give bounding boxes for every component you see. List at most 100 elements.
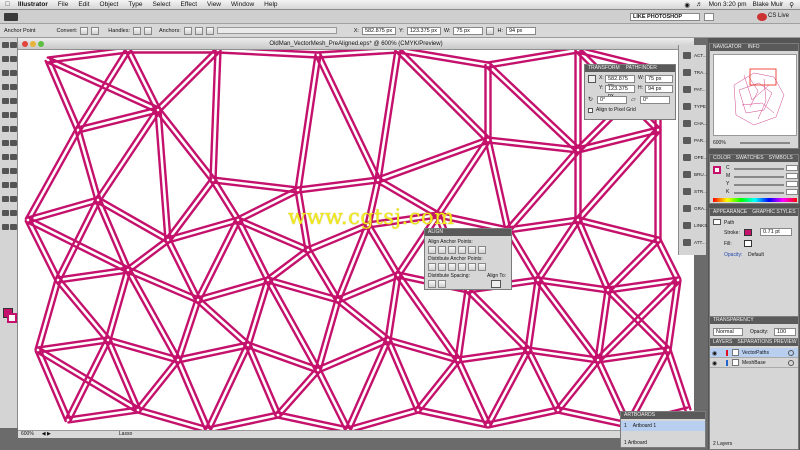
pen-tool-icon[interactable] bbox=[2, 70, 9, 76]
layer-target-icon[interactable] bbox=[788, 350, 794, 356]
blob-brush-tool-icon[interactable] bbox=[2, 112, 9, 118]
tab-appearance[interactable]: APPEARANCE bbox=[713, 209, 747, 216]
color-channel-c[interactable]: C bbox=[726, 165, 798, 172]
symbol-sprayer-tool-icon[interactable] bbox=[2, 196, 9, 202]
navigator-preview[interactable] bbox=[713, 54, 797, 136]
free-transform-tool-icon[interactable] bbox=[10, 140, 17, 146]
app-name-menu[interactable]: Illustrator bbox=[15, 1, 53, 8]
show-handles-button[interactable] bbox=[133, 26, 142, 35]
channel-slider[interactable] bbox=[734, 168, 784, 170]
dock-opentype-button[interactable]: OPE... bbox=[681, 151, 708, 164]
tab-graphic-styles[interactable]: GRAPHIC STYLES bbox=[752, 209, 795, 216]
visibility-eye-icon[interactable]: ◉ bbox=[712, 360, 717, 367]
zoom-level[interactable]: 600% bbox=[21, 431, 34, 438]
layer-name[interactable]: MeshBase bbox=[742, 360, 766, 366]
align-anchor-5-icon[interactable] bbox=[468, 246, 476, 254]
tab-navigator[interactable]: NAVIGATOR bbox=[713, 44, 742, 51]
gradient-tool-icon[interactable] bbox=[10, 168, 17, 174]
appearance-stroke-weight[interactable]: 0.71 pt bbox=[760, 228, 792, 236]
selection-tool-icon[interactable] bbox=[2, 42, 9, 48]
color-channel-y[interactable]: Y bbox=[726, 181, 798, 188]
dock-pathfinder-button[interactable]: PAT... bbox=[681, 83, 706, 96]
eraser-tool-icon[interactable] bbox=[10, 112, 17, 118]
menu-type[interactable]: Type bbox=[123, 1, 147, 8]
transform-x-field[interactable]: 582.875 px bbox=[605, 75, 635, 89]
distribute-anchor-1-icon[interactable] bbox=[428, 263, 436, 271]
dock-actions-button[interactable]: ACT... bbox=[681, 49, 707, 62]
dock-stroke-button[interactable]: STR... bbox=[681, 185, 707, 198]
status-tool[interactable]: Lasso bbox=[119, 431, 132, 438]
rotate-tool-icon[interactable] bbox=[2, 126, 9, 132]
tab-pathfinder[interactable]: PATHFINDER bbox=[626, 65, 657, 72]
dock-gradient-button[interactable]: GRA... bbox=[681, 202, 708, 215]
transform-y-field[interactable]: 123.375 px bbox=[605, 85, 635, 99]
rotate-field[interactable]: 0° bbox=[597, 96, 627, 104]
clock[interactable]: Mon 3:20 pm bbox=[709, 1, 747, 8]
line-segment-tool-icon[interactable] bbox=[2, 84, 9, 90]
menu-window[interactable]: Window bbox=[226, 1, 259, 8]
shear-field[interactable]: 0° bbox=[640, 96, 670, 104]
align-to-dropdown[interactable] bbox=[491, 280, 501, 288]
transform-w-field[interactable]: 75 px bbox=[645, 75, 673, 83]
color-channel-m[interactable]: M bbox=[726, 173, 798, 180]
channel-value-field[interactable] bbox=[786, 173, 798, 179]
align-anchor-4-icon[interactable] bbox=[458, 246, 466, 254]
menu-select[interactable]: Select bbox=[147, 1, 175, 8]
hide-handles-button[interactable] bbox=[144, 26, 153, 35]
hand-tool-icon[interactable] bbox=[2, 224, 9, 230]
appearance-stroke-swatch[interactable] bbox=[744, 229, 752, 236]
apple-icon[interactable]:  bbox=[0, 1, 15, 8]
user-name[interactable]: Blake Muir bbox=[753, 1, 784, 8]
h-field[interactable]: 94 px bbox=[505, 26, 536, 35]
color-channel-k[interactable]: K bbox=[726, 189, 798, 196]
artboard-tool-icon[interactable] bbox=[2, 210, 9, 216]
menu-help[interactable]: Help bbox=[259, 1, 282, 8]
tab-color[interactable]: COLOR bbox=[713, 155, 731, 162]
dock-paragraph-button[interactable]: PAR... bbox=[681, 134, 707, 147]
layer-target-icon[interactable] bbox=[788, 360, 794, 366]
close-window-icon[interactable] bbox=[22, 41, 28, 47]
path-options-strip[interactable] bbox=[216, 27, 337, 34]
y-field[interactable]: 123.375 px bbox=[406, 26, 441, 35]
eyedropper-tool-icon[interactable] bbox=[2, 182, 9, 188]
distribute-anchor-2-icon[interactable] bbox=[438, 263, 446, 271]
channel-value-field[interactable] bbox=[786, 189, 798, 195]
align-anchor-1-icon[interactable] bbox=[428, 246, 436, 254]
tab-artboards[interactable]: ARTBOARDS bbox=[624, 412, 655, 418]
channel-slider[interactable] bbox=[734, 192, 784, 194]
menu-effect[interactable]: Effect bbox=[176, 1, 203, 8]
dock-transform-button[interactable]: TRA... bbox=[681, 66, 707, 79]
transform-h-field[interactable]: 94 px bbox=[645, 85, 673, 93]
artboard-name[interactable]: Artboard 1 bbox=[633, 423, 656, 429]
dock-attributes-button[interactable]: ATT... bbox=[681, 236, 706, 249]
channel-slider[interactable] bbox=[734, 176, 784, 178]
align-anchor-3-icon[interactable] bbox=[448, 246, 456, 254]
menu-edit[interactable]: Edit bbox=[73, 1, 94, 8]
type-tool-icon[interactable] bbox=[10, 70, 17, 76]
scale-tool-icon[interactable] bbox=[10, 126, 17, 132]
menu-view[interactable]: View bbox=[202, 1, 226, 8]
appearance-fill-label[interactable]: Fill: bbox=[724, 241, 732, 247]
tab-separations-preview[interactable]: SEPARATIONS PREVIEW bbox=[737, 339, 796, 346]
layer-row[interactable]: ◉ MeshBase bbox=[710, 358, 798, 368]
dock-brushes-button[interactable]: BRU... bbox=[681, 168, 708, 181]
color-spectrum-bar[interactable] bbox=[713, 198, 797, 202]
channel-value-field[interactable] bbox=[786, 181, 798, 187]
reference-point-icon[interactable] bbox=[588, 75, 596, 83]
search-icon[interactable] bbox=[704, 13, 714, 21]
rectangle-tool-icon[interactable] bbox=[10, 84, 17, 90]
tab-transparency[interactable]: TRANSPARENCY bbox=[713, 317, 754, 323]
perspective-grid-tool-icon[interactable] bbox=[10, 154, 17, 160]
align-anchor-6-icon[interactable] bbox=[478, 246, 486, 254]
color-stroke-swatch[interactable] bbox=[713, 166, 721, 174]
paintbrush-tool-icon[interactable] bbox=[2, 98, 9, 104]
layer-name[interactable]: VectorPaths bbox=[742, 350, 769, 356]
dock-type-button[interactable]: TYPE bbox=[681, 100, 706, 113]
distribute-spacing-2-icon[interactable] bbox=[438, 280, 446, 288]
tab-symbols[interactable]: SYMBOLS bbox=[769, 155, 793, 162]
link-dimensions-icon[interactable] bbox=[486, 26, 495, 35]
tab-info[interactable]: INFO bbox=[748, 44, 760, 51]
spotlight-icon[interactable]: ⚲ bbox=[789, 1, 794, 9]
menu-object[interactable]: Object bbox=[95, 1, 124, 8]
zoom-window-icon[interactable] bbox=[38, 41, 44, 47]
